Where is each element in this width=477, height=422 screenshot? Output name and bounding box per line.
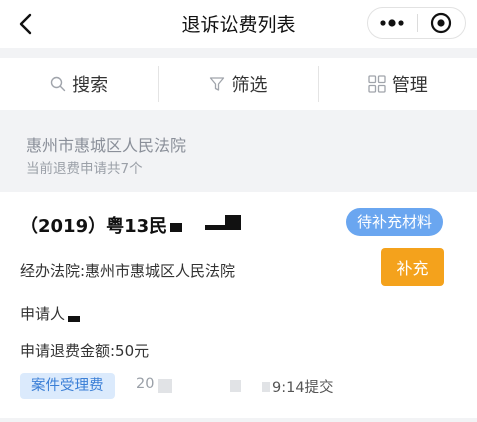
redacted-date xyxy=(230,380,241,392)
search-tool[interactable]: 搜索 xyxy=(0,58,158,110)
redaction-mark xyxy=(68,316,80,322)
court-summary: 惠州市惠城区人民法院 当前退费申请共7个 xyxy=(0,120,477,186)
refund-application-card[interactable]: （2019）粤13民 待补充材料 经办法院:惠州市惠城区人民法院 补充 申请人 … xyxy=(0,192,477,418)
submit-time-prefix: 20 xyxy=(136,376,155,392)
redaction-mark xyxy=(205,225,225,230)
filter-icon xyxy=(209,76,225,92)
status-badge: 待补充材料 xyxy=(346,208,444,236)
target-close-icon xyxy=(431,12,452,34)
redacted-date xyxy=(158,379,172,393)
redacted-date xyxy=(262,382,270,392)
redaction-mark xyxy=(170,223,182,232)
manage-label: 管理 xyxy=(391,75,428,96)
court-name: 惠州市惠城区人民法院 xyxy=(26,136,187,155)
redaction-mark xyxy=(225,215,241,230)
refund-amount: 申请退费金额:50元 xyxy=(20,342,150,360)
toolbar: 搜索 筛选 管理 xyxy=(0,58,477,110)
supplement-button[interactable]: 补充 xyxy=(381,248,444,286)
more-dots-icon xyxy=(380,19,404,27)
applicant: 申请人 xyxy=(20,305,66,323)
filter-label: 筛选 xyxy=(231,75,268,96)
mini-program-capsule xyxy=(367,7,466,39)
submit-time-suffix: 9:14提交 xyxy=(272,380,334,396)
more-button[interactable] xyxy=(368,19,417,27)
fee-type-tag: 案件受理费 xyxy=(20,373,115,399)
grid-icon xyxy=(368,75,386,93)
search-icon xyxy=(50,76,66,92)
manage-tool[interactable]: 管理 xyxy=(319,58,477,110)
case-number: （2019）粤13民 xyxy=(20,216,168,237)
close-mini-program-button[interactable] xyxy=(417,12,465,34)
nav-bar: 退诉讼费列表 xyxy=(0,0,477,48)
application-count: 当前退费申请共7个 xyxy=(26,161,143,177)
filter-tool[interactable]: 筛选 xyxy=(159,58,317,110)
search-label: 搜索 xyxy=(72,75,109,96)
handling-court: 经办法院:惠州市惠城区人民法院 xyxy=(20,262,236,280)
